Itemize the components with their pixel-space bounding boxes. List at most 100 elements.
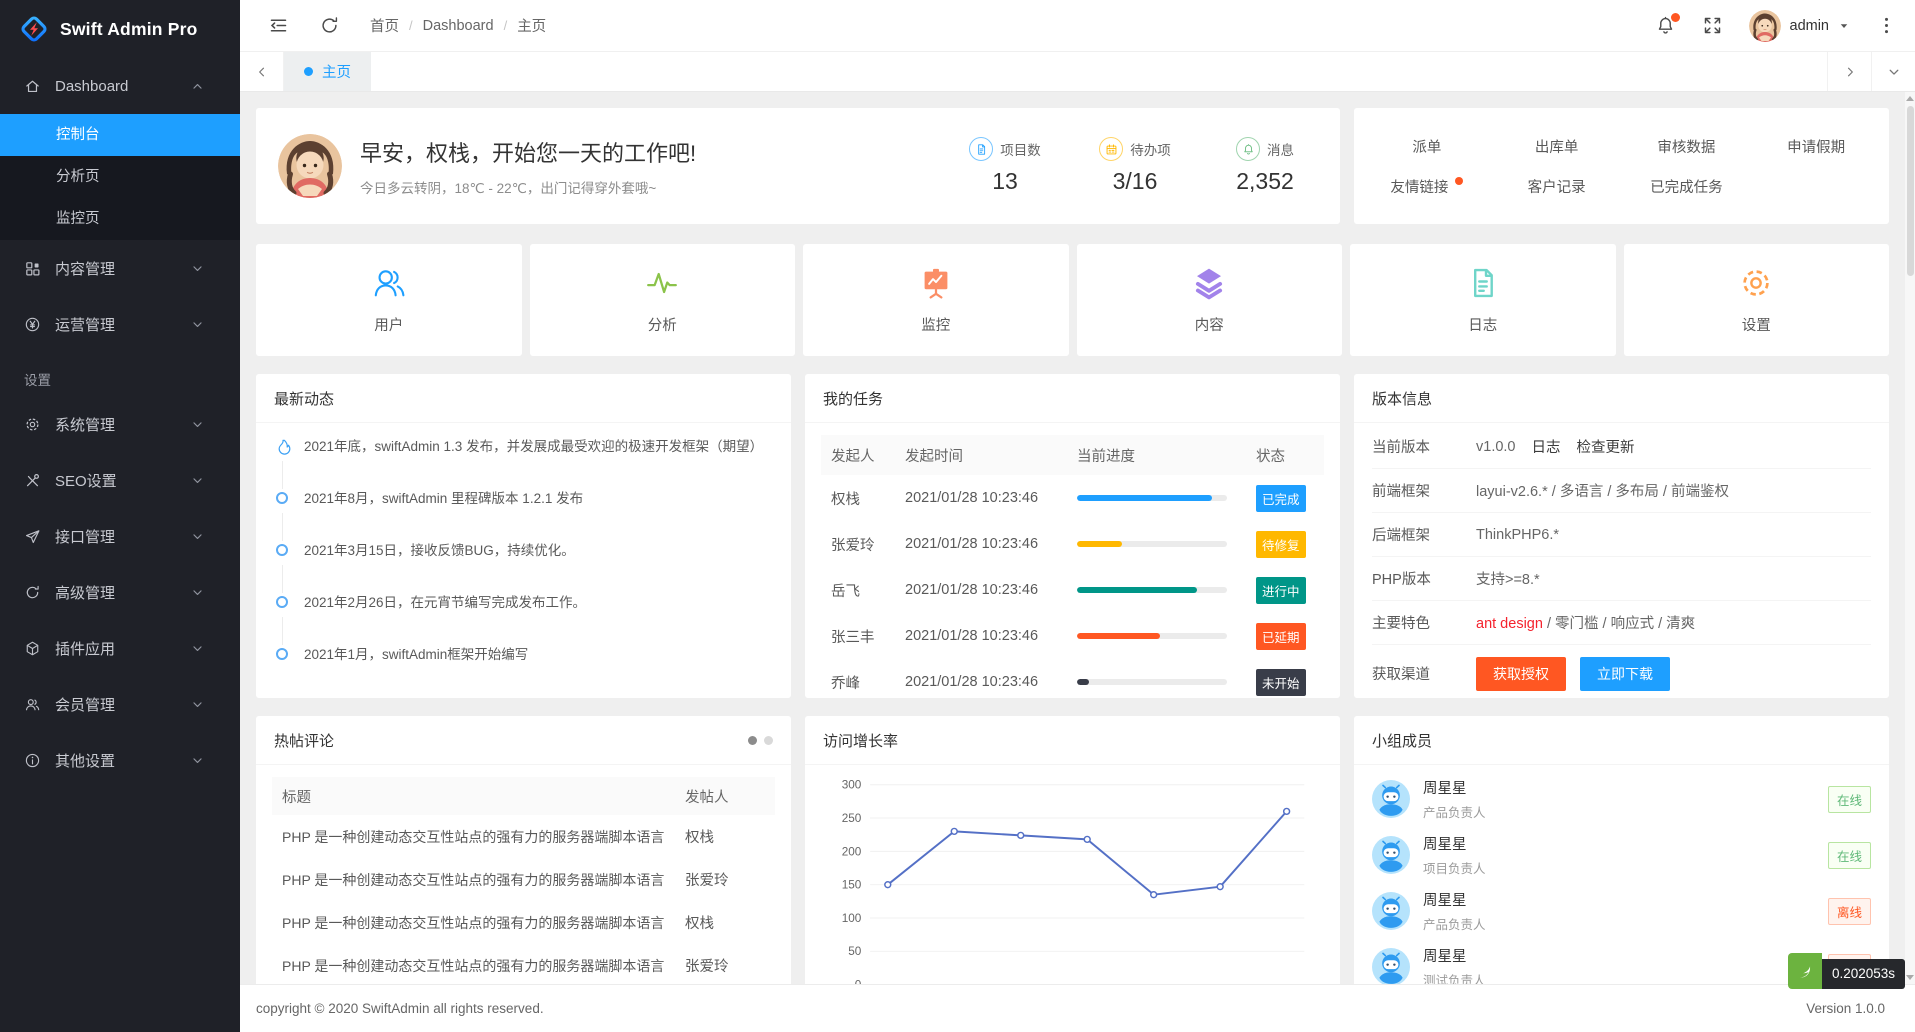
sidebar-item[interactable]: 插件应用 [0, 620, 240, 676]
timeline-connector [282, 513, 283, 541]
quick-action[interactable]: 设置 [1624, 244, 1890, 356]
sidebar-subitem[interactable]: 控制台 [0, 114, 240, 156]
user2-icon [371, 265, 407, 301]
task-progress-cell [1067, 659, 1246, 698]
timeline-item: 2021年2月26日，在元宵节编写完成发布工作。 [274, 593, 775, 645]
breadcrumb-item[interactable]: 主页 [517, 15, 546, 36]
member-avatar [1372, 892, 1410, 930]
notification-dot [1455, 177, 1463, 185]
chevron-down-icon [191, 586, 204, 599]
action-button[interactable]: 获取授权 [1476, 657, 1566, 691]
timeline-item: 2021年8月，swiftAdmin 里程碑版本 1.2.1 发布 [274, 489, 775, 541]
timeline-text: 2021年8月，swiftAdmin 里程碑版本 1.2.1 发布 [304, 489, 775, 508]
quick-action[interactable]: 分析 [530, 244, 796, 356]
version-row: 主要特色ant design / 零门槛 / 响应式 / 清爽 [1372, 601, 1871, 645]
sidebar-item[interactable]: 系统管理 [0, 396, 240, 452]
sidebar-item[interactable]: SEO设置 [0, 452, 240, 508]
vertical-scrollbar[interactable] [1905, 92, 1915, 984]
column-header: 标题 [272, 777, 675, 815]
quick-link[interactable]: 已完成任务 [1622, 167, 1752, 205]
member-role: 测试负责人 [1423, 970, 1486, 984]
carousel-dot-active[interactable] [748, 736, 757, 745]
version-row: 前端框架layui-v2.6.* / 多语言 / 多布局 / 前端鉴权 [1372, 469, 1871, 513]
app-logo[interactable]: Swift Admin Pro [0, 0, 240, 58]
version-link[interactable]: 检查更新 [1577, 436, 1635, 457]
app-logo-icon [18, 13, 50, 45]
sidebar-item[interactable]: 运营管理 [0, 296, 240, 352]
status-badge: 已完成 [1256, 485, 1306, 512]
exec-time-badge: 0.202053s [1788, 953, 1905, 989]
scroll-down-arrow-icon[interactable] [1906, 975, 1914, 980]
quick-action[interactable]: 日志 [1350, 244, 1616, 356]
version-row: 当前版本v1.0.0日志检查更新 [1372, 425, 1871, 469]
quick-action[interactable]: 用户 [256, 244, 522, 356]
tab-home[interactable]: 主页 [284, 52, 371, 91]
quick-link[interactable]: 申请假期 [1751, 127, 1881, 165]
quick-link[interactable]: 出库单 [1492, 127, 1622, 165]
svg-text:150: 150 [842, 879, 862, 892]
breadcrumb-item[interactable]: Dashboard [423, 18, 494, 34]
quick-link[interactable]: 客户记录 [1492, 167, 1622, 205]
sidebar-item[interactable]: 高级管理 [0, 564, 240, 620]
tabs-menu[interactable] [1871, 52, 1915, 91]
chevron-down-icon [191, 754, 204, 767]
comment-title: PHP 是一种创建动态交互性站点的强有力的服务器端脚本语言 [272, 815, 675, 858]
caret-down-icon [1838, 20, 1850, 32]
task-owner: 张三丰 [821, 613, 895, 659]
card-title: 我的任务 [823, 388, 883, 409]
user-menu[interactable]: admin [1749, 10, 1851, 42]
tasks-card: 我的任务 发起人发起时间当前进度状态权栈2021/01/28 10:23:46已… [805, 374, 1340, 698]
sidebar-item[interactable]: 会员管理 [0, 676, 240, 732]
sidebar-item[interactable]: Dashboard [0, 58, 240, 114]
sidebar-subitem[interactable]: 分析页 [0, 156, 240, 198]
sidebar-item[interactable]: 接口管理 [0, 508, 240, 564]
fullscreen-icon[interactable] [1702, 15, 1723, 36]
scroll-up-arrow-icon[interactable] [1906, 96, 1914, 101]
sidebar-subitem[interactable]: 监控页 [0, 198, 240, 240]
carousel-dot[interactable] [764, 736, 773, 745]
comment-row[interactable]: PHP 是一种创建动态交互性站点的强有力的服务器端脚本语言张爱玲 [272, 858, 775, 901]
quick-action[interactable]: 内容 [1077, 244, 1343, 356]
refresh-icon[interactable] [319, 15, 340, 36]
thinkphp-logo[interactable] [1788, 953, 1822, 989]
welcome-card: 早安，权栈，开始您一天的工作吧! 今日多云转阴，18℃ - 22℃，出门记得穿外… [256, 108, 1340, 224]
task-row: 张爱玲2021/01/28 10:23:46待修复 [821, 521, 1324, 567]
sidebar-item[interactable]: 内容管理 [0, 240, 240, 296]
member-status-badge: 在线 [1828, 842, 1871, 869]
breadcrumb-item[interactable]: 首页 [370, 15, 399, 36]
progress-bar [1077, 679, 1227, 685]
quick-link[interactable]: 友情链接 [1362, 167, 1492, 205]
growth-chart-card: 访问增长率 050100150200250300MonTueWedThuFriS… [805, 716, 1340, 984]
scrollbar-thumb[interactable] [1907, 106, 1914, 276]
file-icon [975, 143, 988, 156]
sidebar-item-label: 高级管理 [55, 582, 115, 603]
quick-link[interactable]: 派单 [1362, 127, 1492, 165]
task-time: 2021/01/28 10:23:46 [895, 613, 1067, 659]
status-badge: 待修复 [1256, 531, 1306, 558]
task-progress-cell [1067, 613, 1246, 659]
sidebar-item-label: 会员管理 [55, 694, 115, 715]
comment-row[interactable]: PHP 是一种创建动态交互性站点的强有力的服务器端脚本语言权栈 [272, 815, 775, 858]
comment-row[interactable]: PHP 是一种创建动态交互性站点的强有力的服务器端脚本语言张爱玲 [272, 944, 775, 984]
tabs-scroll-left[interactable] [240, 52, 284, 91]
collapse-sidebar-icon[interactable] [268, 15, 289, 36]
quick-link[interactable]: 审核数据 [1622, 127, 1752, 165]
sidebar-item[interactable]: 其他设置 [0, 732, 240, 788]
comment-author: 权栈 [675, 815, 775, 858]
version-link[interactable]: 日志 [1532, 436, 1561, 457]
timeline-item: 2021年1月，swiftAdmin框架开始编写 [274, 645, 775, 697]
notifications-button[interactable] [1655, 15, 1676, 36]
tabs-scroll-right[interactable] [1827, 52, 1871, 91]
sidebar-menu: Dashboard控制台分析页监控页内容管理运营管理设置系统管理SEO设置接口管… [0, 58, 240, 788]
comment-row[interactable]: PHP 是一种创建动态交互性站点的强有力的服务器端脚本语言权栈 [272, 901, 775, 944]
task-row: 权栈2021/01/28 10:23:46已完成 [821, 475, 1324, 521]
news-timeline: 2021年底，swiftAdmin 1.3 发布，并发展成最受欢迎的极速开发框架… [256, 423, 791, 697]
quick-action-label: 监控 [921, 314, 950, 335]
column-header: 当前进度 [1067, 435, 1246, 475]
sidebar-item-label: 其他设置 [55, 750, 115, 771]
more-options-icon[interactable] [1876, 15, 1897, 36]
chevron-up-icon [191, 80, 204, 93]
action-button[interactable]: 立即下载 [1580, 657, 1670, 691]
quick-action[interactable]: 监控 [803, 244, 1069, 356]
breadcrumb: 首页/Dashboard/主页 [370, 15, 546, 36]
